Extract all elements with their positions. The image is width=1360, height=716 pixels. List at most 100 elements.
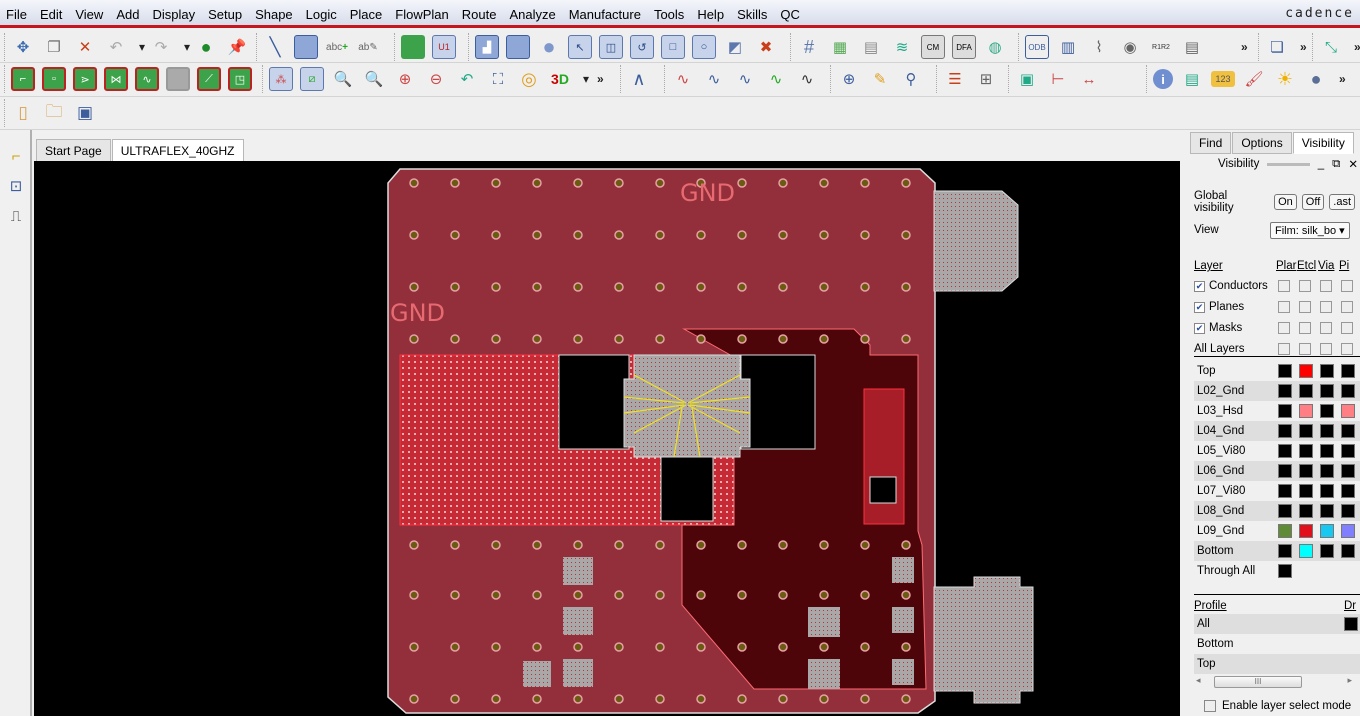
- route-connect-icon[interactable]: ⌐: [4, 144, 28, 168]
- show-element-icon[interactable]: ▤: [1180, 67, 1204, 91]
- route-icon-1[interactable]: ∿: [671, 67, 695, 91]
- etch-route-icon[interactable]: ⌐: [11, 67, 35, 91]
- zoom-previous-icon[interactable]: ↶: [455, 67, 479, 91]
- layer-color-swatch[interactable]: [1320, 364, 1334, 378]
- layer-color-swatch[interactable]: [1320, 404, 1334, 418]
- via[interactable]: [655, 230, 665, 240]
- via[interactable]: [573, 590, 583, 600]
- via-replace-icon[interactable]: ⚲: [899, 67, 923, 91]
- via[interactable]: [409, 178, 419, 188]
- via[interactable]: [860, 282, 870, 292]
- via[interactable]: [614, 230, 624, 240]
- layer-color-swatch[interactable]: [1299, 364, 1313, 378]
- via[interactable]: [860, 642, 870, 652]
- menu-file[interactable]: File: [6, 7, 34, 22]
- via[interactable]: [409, 334, 419, 344]
- via[interactable]: [532, 230, 542, 240]
- via[interactable]: [819, 694, 829, 704]
- dimension-2-icon[interactable]: ↔: [1077, 67, 1101, 91]
- undo-dropdown-icon[interactable]: ▾: [139, 40, 145, 54]
- via[interactable]: [532, 178, 542, 188]
- via[interactable]: [409, 642, 419, 652]
- route-icon-4[interactable]: ∿: [764, 67, 788, 91]
- col-header-etch[interactable]: Etcl: [1297, 260, 1318, 272]
- col-header-pin[interactable]: Pi: [1339, 260, 1349, 272]
- layer-priority-icon[interactable]: ▤: [859, 35, 883, 59]
- via[interactable]: [737, 230, 747, 240]
- layer-color-swatch[interactable]: [1299, 504, 1313, 518]
- add-connect-icon[interactable]: ⋈: [104, 67, 128, 91]
- layer-group-column-checkbox[interactable]: [1320, 280, 1332, 292]
- via[interactable]: [450, 178, 460, 188]
- layer-color-swatch[interactable]: [1341, 444, 1355, 458]
- profile-row[interactable]: All: [1194, 614, 1360, 634]
- via[interactable]: [573, 178, 583, 188]
- custom-smooth-icon[interactable]: ⟋: [197, 67, 221, 91]
- via[interactable]: [901, 590, 911, 600]
- merge-shapes-icon[interactable]: ◫: [599, 35, 623, 59]
- via[interactable]: [409, 282, 419, 292]
- via[interactable]: [655, 540, 665, 550]
- component-icon[interactable]: U1: [432, 35, 456, 59]
- constraint-manager-icon[interactable]: CM: [921, 35, 945, 59]
- menu-analyze[interactable]: Analyze: [509, 7, 562, 22]
- via[interactable]: [860, 540, 870, 550]
- visibility-last-button[interactable]: .ast: [1329, 194, 1355, 210]
- via[interactable]: [655, 694, 665, 704]
- via[interactable]: [655, 178, 665, 188]
- menu-shape[interactable]: Shape: [255, 7, 300, 22]
- cline-edit-icon[interactable]: ◳: [228, 67, 252, 91]
- layer-color-swatch[interactable]: [1278, 404, 1292, 418]
- layer-color-swatch[interactable]: [1320, 384, 1334, 398]
- layer-color-swatch[interactable]: [1299, 544, 1313, 558]
- placement-icon[interactable]: ▣: [1015, 67, 1039, 91]
- tab-find[interactable]: Find: [1190, 132, 1232, 154]
- via[interactable]: [696, 642, 706, 652]
- via[interactable]: [532, 282, 542, 292]
- via[interactable]: [409, 540, 419, 550]
- via[interactable]: [491, 230, 501, 240]
- profile-row[interactable]: Bottom: [1194, 634, 1360, 654]
- menu-skills[interactable]: Skills: [737, 7, 774, 22]
- layer-color-swatch[interactable]: [1278, 384, 1292, 398]
- undo-icon[interactable]: ↶: [104, 35, 128, 59]
- via[interactable]: [491, 540, 501, 550]
- via[interactable]: [737, 590, 747, 600]
- pcb-layout[interactable]: GND GND: [34, 161, 1180, 716]
- layer-color-swatch[interactable]: [1320, 424, 1334, 438]
- zoom-select-icon[interactable]: ⛶: [486, 67, 510, 91]
- via[interactable]: [614, 642, 624, 652]
- tab-ultraflex-40ghz[interactable]: ULTRAFLEX_40GHZ: [111, 139, 244, 161]
- via[interactable]: [450, 230, 460, 240]
- scroll-right-icon[interactable]: ▸: [1347, 675, 1352, 686]
- open-folder-icon[interactable]: 🗀: [42, 101, 66, 125]
- via[interactable]: [901, 694, 911, 704]
- redo-dropdown-icon[interactable]: ▾: [184, 40, 190, 54]
- menu-manufacture[interactable]: Manufacture: [569, 7, 648, 22]
- via[interactable]: [778, 540, 788, 550]
- layer-group-column-checkbox[interactable]: [1341, 301, 1353, 313]
- layer-color-swatch[interactable]: [1278, 504, 1292, 518]
- via[interactable]: [409, 230, 419, 240]
- layer-color-swatch[interactable]: [1320, 524, 1334, 538]
- layer-color-swatch[interactable]: [1341, 364, 1355, 378]
- via[interactable]: [778, 230, 788, 240]
- route-icon-5[interactable]: ∿: [795, 67, 819, 91]
- menu-add[interactable]: Add: [116, 7, 146, 22]
- zoom-out-icon[interactable]: ⊖: [424, 67, 448, 91]
- layer-group-column-checkbox[interactable]: [1320, 301, 1332, 313]
- layer-color-swatch[interactable]: [1320, 504, 1334, 518]
- via[interactable]: [819, 540, 829, 550]
- close-icon[interactable]: ✕: [1348, 157, 1358, 171]
- menu-flowplan[interactable]: FlowPlan: [395, 7, 455, 22]
- menu-route[interactable]: Route: [462, 7, 504, 22]
- via[interactable]: [491, 178, 501, 188]
- via[interactable]: [696, 282, 706, 292]
- via[interactable]: [901, 540, 911, 550]
- layer-group-column-checkbox[interactable]: [1320, 343, 1332, 355]
- add-line-icon[interactable]: ╲: [263, 35, 287, 59]
- profile-row[interactable]: Top: [1194, 654, 1360, 674]
- via[interactable]: [450, 540, 460, 550]
- via[interactable]: [655, 282, 665, 292]
- measure-icon[interactable]: 123: [1211, 71, 1235, 87]
